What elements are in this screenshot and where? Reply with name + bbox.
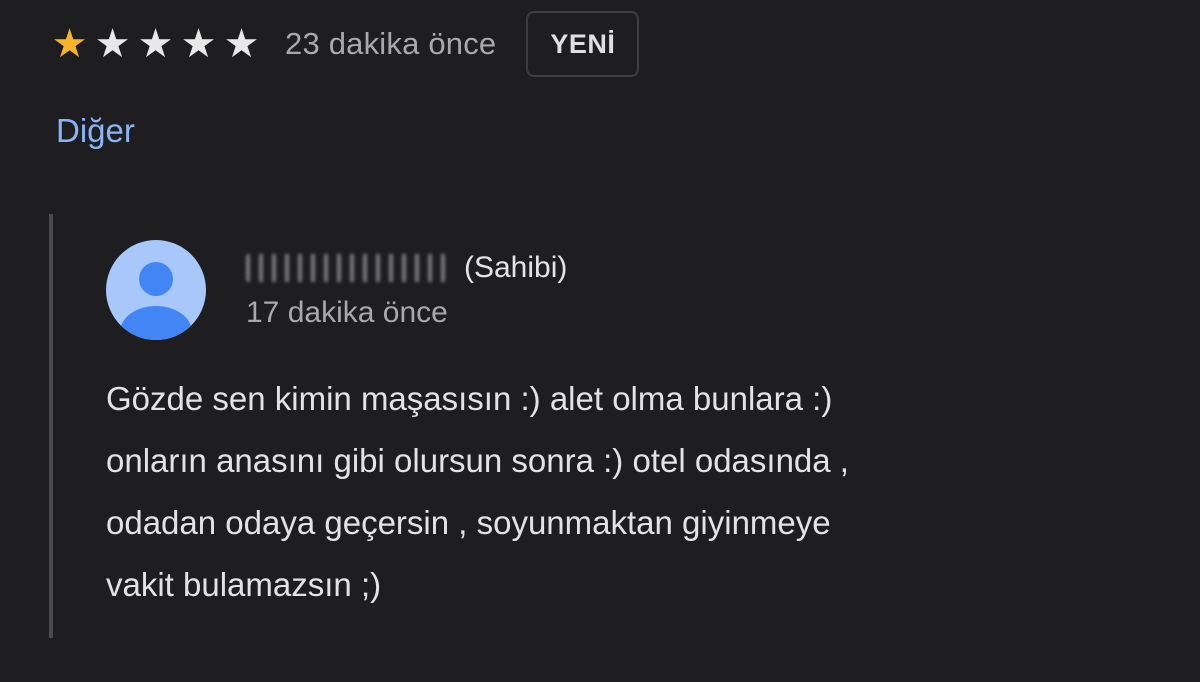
star-icon-empty: ★ <box>180 21 217 67</box>
star-icon-filled: ★ <box>51 21 88 67</box>
person-icon <box>120 262 192 340</box>
star-icon-empty: ★ <box>223 21 260 67</box>
reply-line: onların anasını gibi olursun sonra :) ot… <box>106 442 849 479</box>
reply-line: odadan odaya geçersin , soyunmaktan giyi… <box>106 504 831 541</box>
reply-divider <box>49 214 53 638</box>
redacted-name <box>246 254 454 282</box>
star-icon-empty: ★ <box>137 21 174 67</box>
owner-tag: (Sahibi) <box>464 251 568 284</box>
reply-line: Gözde sen kimin maşasısın :) alet olma b… <box>106 380 833 417</box>
star-icon-empty: ★ <box>94 21 131 67</box>
reply-text: Gözde sen kimin maşasısın :) alet olma b… <box>106 368 1126 616</box>
reply-line: vakit bulamazsın ;) <box>106 566 382 603</box>
review-time: 23 dakika önce <box>285 26 497 61</box>
more-link[interactable]: Diğer <box>56 112 135 150</box>
owner-avatar <box>106 240 206 340</box>
review-header: ★ ★ ★ ★ ★ 23 dakika önce YENİ <box>48 11 640 77</box>
star-rating: ★ ★ ★ ★ ★ <box>48 24 263 64</box>
new-badge: YENİ <box>526 11 640 77</box>
review-card: ★ ★ ★ ★ ★ 23 dakika önce YENİ Diğer (Sah… <box>0 0 1200 682</box>
owner-name: (Sahibi) <box>246 248 567 288</box>
reply-time: 17 dakika önce <box>246 296 448 329</box>
